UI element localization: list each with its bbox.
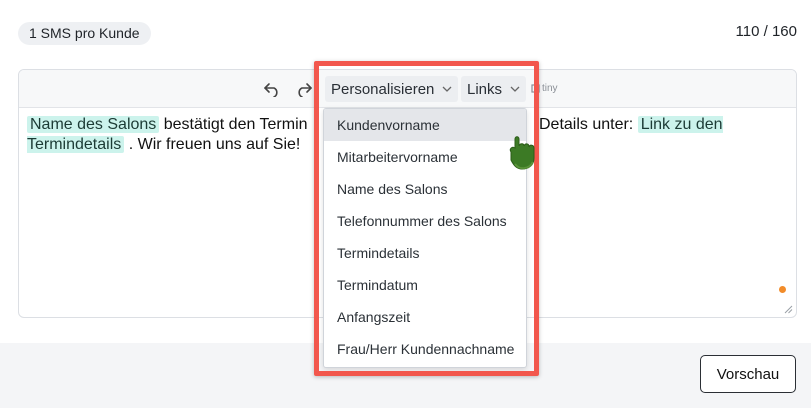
chevron-down-icon [510,86,520,92]
undo-icon [264,83,278,97]
character-counter: 110 / 160 [735,23,797,40]
resize-handle-icon[interactable] [784,305,793,314]
message-text: Details unter: [538,116,638,133]
menu-item-kundenvorname[interactable]: Kundenvorname [324,109,526,141]
message-text: bestätigt den Termin [159,116,312,133]
chevron-down-icon [442,86,452,92]
sms-per-customer-badge: 1 SMS pro Kunde [18,22,151,45]
hand-cursor-icon [509,136,535,170]
personalize-label: Personalisieren [331,80,435,98]
menu-item-anfangszeit[interactable]: Anfangszeit [324,301,526,333]
editor-toolbar: Personalisieren Links tiny [19,70,796,108]
placeholder-tag-salon-name: Name des Salons [27,116,160,133]
links-dropdown-button[interactable]: Links [461,76,527,102]
menu-item-customer-surname[interactable]: Frau/Herr Kundennachname [324,333,526,365]
tiny-icon [531,84,540,93]
status-dot [779,286,786,293]
personalize-dropdown-button[interactable]: Personalisieren [325,76,459,102]
redo-icon [298,83,312,97]
menu-item-mitarbeitervorname[interactable]: Mitarbeitervorname [324,141,526,173]
personalize-menu: Kundenvorname Mitarbeitervorname Name de… [323,108,527,368]
menu-item-termindetails[interactable]: Termindetails [324,237,526,269]
redo-button[interactable] [291,76,317,102]
links-label: Links [467,80,503,98]
menu-item-salon-name[interactable]: Name des Salons [324,173,526,205]
undo-button[interactable] [259,76,285,102]
tiny-logo: tiny [531,83,558,94]
preview-button[interactable]: Vorschau [700,355,796,393]
menu-item-salon-phone[interactable]: Telefonnummer des Salons [324,205,526,237]
menu-item-termindatum[interactable]: Termindatum [324,269,526,301]
tiny-label: tiny [542,83,558,94]
message-text: . Wir freuen uns auf Sie! [124,136,301,153]
